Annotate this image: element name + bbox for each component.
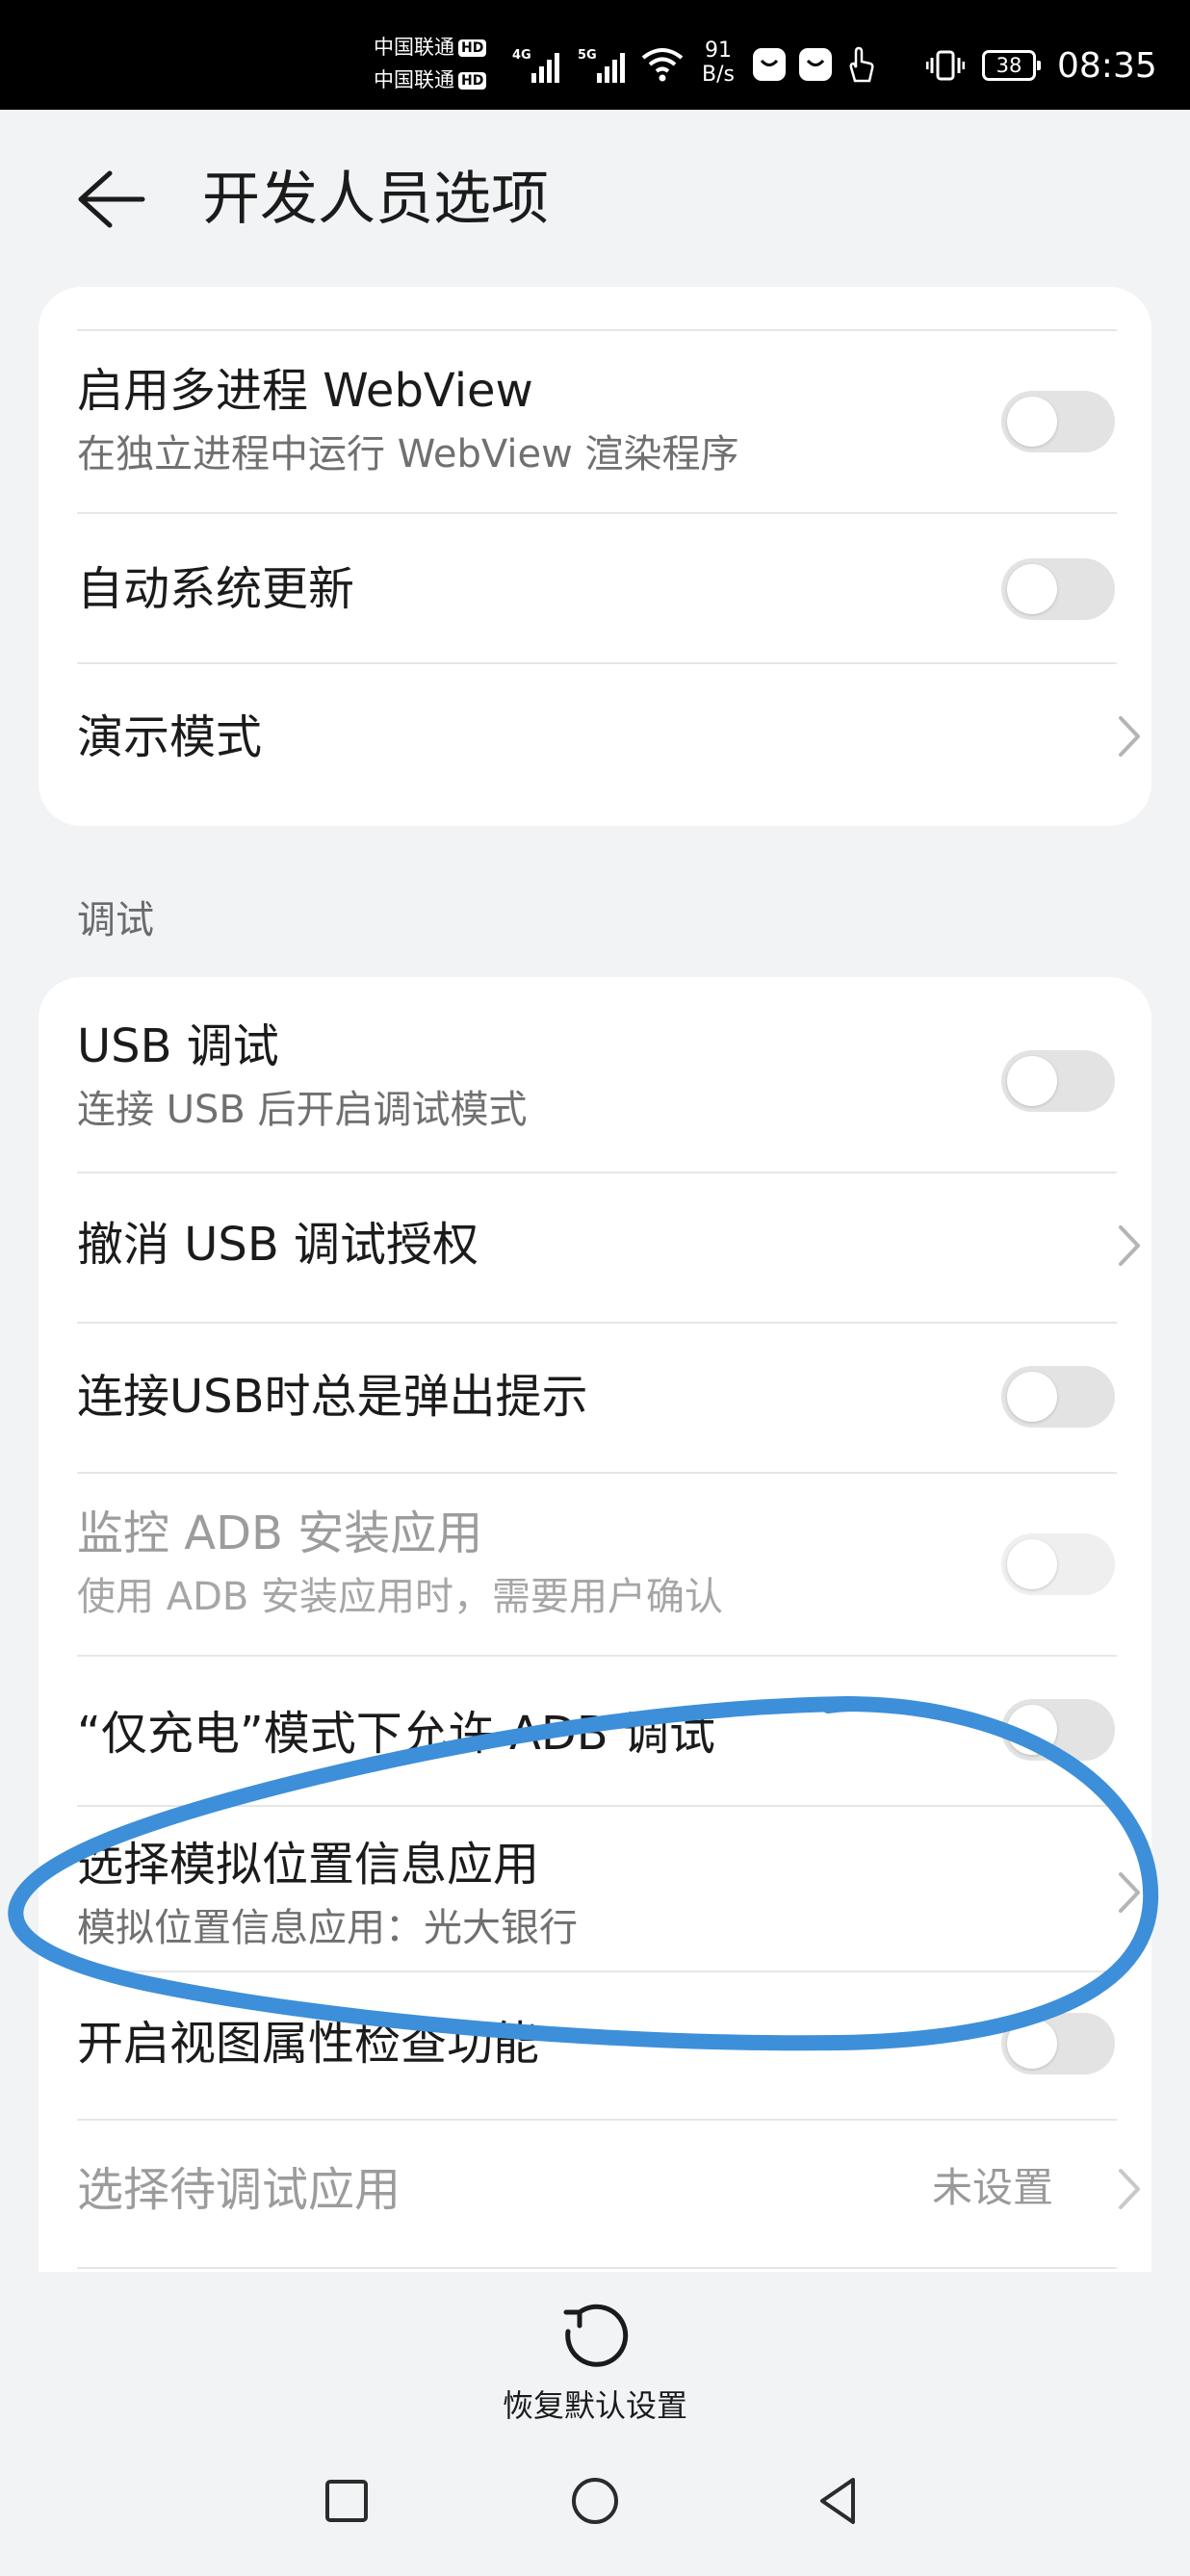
toggle-switch[interactable] xyxy=(1001,558,1115,620)
setting-demo-mode[interactable]: 演示模式 xyxy=(39,664,1151,818)
clock: 08:35 xyxy=(1057,46,1157,86)
setting-title: 监控 ADB 安装应用 xyxy=(77,1507,483,1560)
restore-defaults-label: 恢复默认设置 xyxy=(502,2387,687,2424)
wifi-icon xyxy=(641,48,684,82)
setting-title: 开启视图属性检查功能 xyxy=(77,2017,540,2071)
vibrate-icon xyxy=(926,50,965,81)
back-triangle-icon[interactable] xyxy=(811,2472,868,2530)
setting-title: 撤消 USB 调试授权 xyxy=(77,1218,479,1272)
setting-title: “仅充电”模式下允许 ADB 调试 xyxy=(77,1707,715,1761)
toggle-switch[interactable] xyxy=(1001,1533,1115,1595)
settings-card-debug: USB 调试 连接 USB 后开启调试模式 撤消 USB 调试授权 连接USB时… xyxy=(39,977,1151,2272)
carrier-label-2: 中国联通 HD xyxy=(374,67,487,92)
setting-view-attribute-inspection[interactable]: 开启视图属性检查功能 xyxy=(39,1972,1151,2119)
toggle-switch[interactable] xyxy=(1001,1050,1115,1112)
restore-defaults-button[interactable]: 恢复默认设置 xyxy=(0,2272,1190,2435)
signal-icon-1 xyxy=(531,48,570,83)
setting-value: 未设置 xyxy=(932,2164,1054,2211)
chevron-right-icon xyxy=(1119,2169,1140,2209)
network-type-2: 5G xyxy=(578,48,597,63)
signal-icon-2 xyxy=(597,48,635,83)
setting-revoke-usb-auth[interactable]: 撤消 USB 调试授权 xyxy=(39,1173,1151,1322)
setting-title: USB 调试 xyxy=(77,1019,279,1073)
setting-subtitle: 在独立进程中运行 WebView 渲染程序 xyxy=(77,432,739,477)
network-type-1: 4G xyxy=(512,48,531,63)
setting-title: 自动系统更新 xyxy=(77,562,355,616)
toggle-switch[interactable] xyxy=(1001,1699,1115,1761)
setting-select-debug-app[interactable]: 选择待调试应用 未设置 xyxy=(39,2121,1151,2269)
back-arrow-icon[interactable] xyxy=(75,166,146,233)
setting-monitor-adb-install[interactable]: 监控 ADB 安装应用 使用 ADB 安装应用时，需要用户确认 xyxy=(39,1474,1151,1655)
touch-hand-icon xyxy=(849,46,874,83)
status-bar: 中国联通 HD 中国联通 HD 4G 5G 91 B/s 38 08:35 xyxy=(0,0,1190,110)
setting-usb-prompt[interactable]: 连接USB时总是弹出提示 xyxy=(39,1324,1151,1472)
network-speed: 91 B/s xyxy=(702,39,735,87)
setting-subtitle: 连接 USB 后开启调试模式 xyxy=(77,1088,528,1132)
page-title: 开发人员选项 xyxy=(202,166,549,233)
setting-auto-system-update[interactable]: 自动系统更新 xyxy=(39,514,1151,664)
system-navigation-bar xyxy=(0,2435,1190,2576)
setting-subtitle: 模拟位置信息应用：光大银行 xyxy=(77,1906,578,1950)
divider xyxy=(77,2267,1117,2269)
carrier-label-1: 中国联通 HD xyxy=(374,35,487,60)
bag-icon xyxy=(753,48,786,81)
bag-icon-2 xyxy=(799,48,832,81)
setting-title: 连接USB时总是弹出提示 xyxy=(77,1370,588,1424)
toggle-switch[interactable] xyxy=(1001,2013,1115,2074)
setting-title: 演示模式 xyxy=(77,710,263,764)
recents-square-icon[interactable] xyxy=(318,2472,375,2530)
setting-mock-location-app[interactable]: 选择模拟位置信息应用 模拟位置信息应用：光大银行 xyxy=(39,1807,1151,1971)
home-circle-icon[interactable] xyxy=(566,2472,624,2530)
toggle-switch[interactable] xyxy=(1001,1366,1115,1428)
setting-title: 选择待调试应用 xyxy=(77,2163,401,2217)
toggle-switch[interactable] xyxy=(1001,391,1115,452)
settings-card-general: 启用多进程 WebView 在独立进程中运行 WebView 渲染程序 自动系统… xyxy=(39,287,1151,826)
restore-icon xyxy=(563,2304,629,2367)
chevron-right-icon xyxy=(1119,1872,1140,1913)
setting-title: 启用多进程 WebView xyxy=(77,364,533,418)
setting-title: 选择模拟位置信息应用 xyxy=(77,1838,540,1892)
section-label-debug: 调试 xyxy=(77,898,154,942)
battery-icon: 38 xyxy=(982,50,1041,81)
setting-multiprocess-webview[interactable]: 启用多进程 WebView 在独立进程中运行 WebView 渲染程序 xyxy=(39,331,1151,514)
setting-usb-debugging[interactable]: USB 调试 连接 USB 后开启调试模式 xyxy=(39,977,1151,1172)
chevron-right-icon xyxy=(1119,1225,1140,1266)
setting-adb-charge-only[interactable]: “仅充电”模式下允许 ADB 调试 xyxy=(39,1657,1151,1805)
chevron-right-icon xyxy=(1119,716,1140,757)
setting-subtitle: 使用 ADB 安装应用时，需要用户确认 xyxy=(77,1575,724,1619)
